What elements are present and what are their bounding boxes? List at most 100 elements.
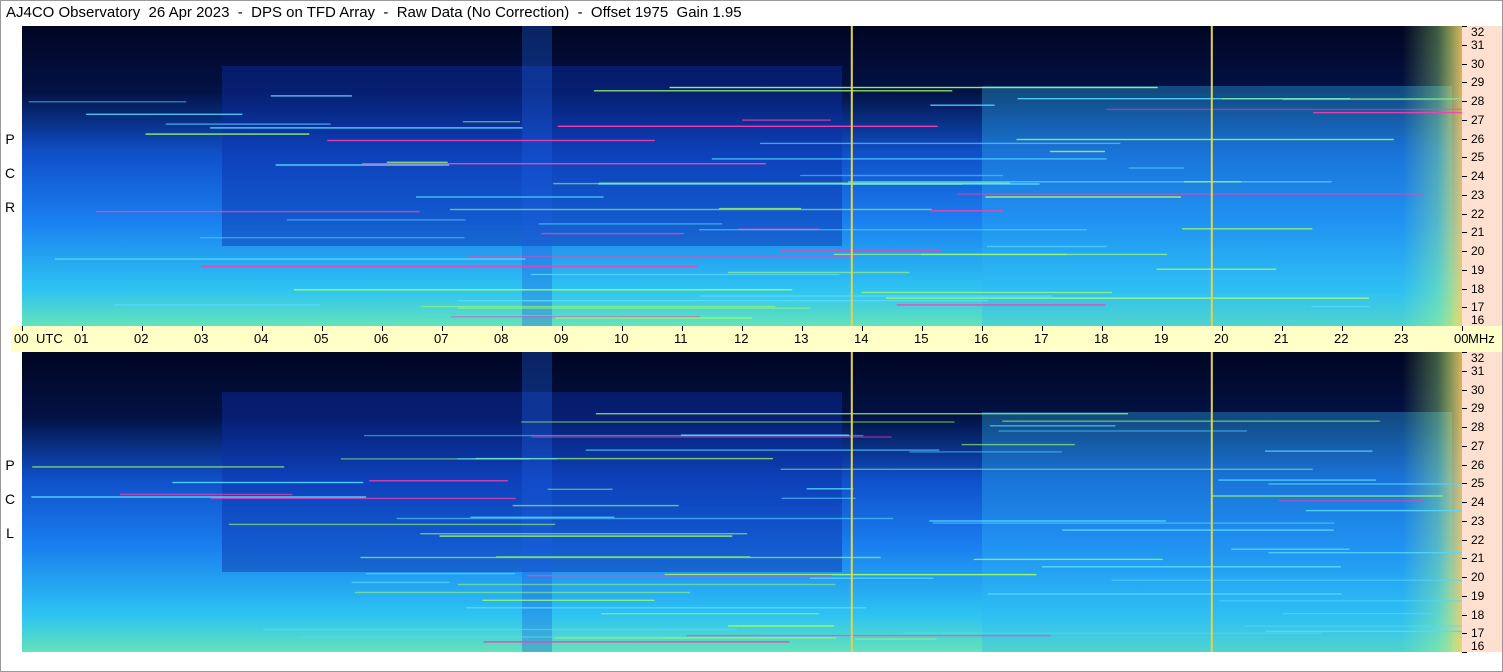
interference-line bbox=[1244, 625, 1462, 627]
interference-line bbox=[365, 573, 516, 575]
freq-tick-label: 21 bbox=[1471, 551, 1485, 565]
interference-line bbox=[1182, 228, 1313, 230]
freq-tick-label: 19 bbox=[1471, 263, 1485, 277]
interference-line bbox=[1268, 483, 1462, 485]
time-tick-label: 07 bbox=[434, 331, 449, 346]
spectrum-bright-region bbox=[982, 412, 1452, 652]
freq-tick bbox=[1462, 289, 1467, 290]
freq-tick bbox=[1462, 352, 1467, 353]
time-tick-label: 09 bbox=[554, 331, 569, 346]
interference-line bbox=[449, 208, 932, 211]
interference-line bbox=[700, 295, 1053, 297]
spectrum-bright-region bbox=[982, 86, 1452, 326]
interference-line bbox=[1042, 566, 1341, 568]
interference-line bbox=[1305, 509, 1462, 512]
time-tick-label: 11 bbox=[674, 331, 688, 346]
freq-tick-label: 25 bbox=[1471, 476, 1485, 490]
freq-tick-label: 30 bbox=[1471, 383, 1485, 397]
polarization-letter: P bbox=[5, 131, 15, 147]
time-tick-label: 17 bbox=[1034, 331, 1049, 346]
interference-line bbox=[861, 291, 1112, 294]
interference-line bbox=[457, 307, 810, 309]
freq-tick bbox=[1462, 483, 1467, 484]
freq-tick bbox=[1462, 26, 1467, 27]
interference-line bbox=[120, 493, 293, 496]
freq-tick-label: 16 bbox=[1471, 313, 1485, 327]
spectrogram-plot bbox=[22, 26, 1462, 326]
interference-line bbox=[527, 574, 833, 577]
interference-line bbox=[987, 593, 1342, 595]
time-tick-label: 05 bbox=[314, 331, 329, 346]
interference-line bbox=[1128, 167, 1184, 169]
freq-tick bbox=[1462, 465, 1467, 466]
freq-tick-label: 21 bbox=[1471, 225, 1485, 239]
freq-tick-label: 26 bbox=[1471, 132, 1485, 146]
interference-line bbox=[930, 104, 995, 106]
freq-tick bbox=[1462, 270, 1467, 271]
time-tick-label: 06 bbox=[374, 331, 389, 346]
interference-line bbox=[531, 436, 892, 438]
interference-line bbox=[1002, 420, 1380, 422]
time-marker-line bbox=[850, 26, 853, 326]
freq-tick-label: 20 bbox=[1471, 570, 1485, 584]
interference-line bbox=[1268, 552, 1462, 554]
interference-line bbox=[360, 556, 881, 559]
interference-line bbox=[364, 434, 864, 437]
interference-line bbox=[727, 271, 910, 274]
interference-line bbox=[1218, 479, 1377, 481]
interference-line bbox=[465, 607, 866, 609]
interference-line bbox=[286, 219, 466, 221]
time-tick-label: 20 bbox=[1214, 331, 1229, 346]
time-unit-label: UTC bbox=[36, 331, 63, 346]
interference-line bbox=[1265, 630, 1462, 633]
freq-tick bbox=[1462, 371, 1467, 372]
freq-tick-label: 27 bbox=[1471, 439, 1485, 453]
freq-tick-label: 25 bbox=[1471, 150, 1485, 164]
freq-tick bbox=[1462, 390, 1467, 391]
interference-line bbox=[585, 449, 940, 451]
interference-line bbox=[810, 577, 934, 579]
interference-line bbox=[1211, 495, 1443, 497]
interference-line bbox=[593, 90, 953, 92]
interference-line bbox=[54, 258, 526, 260]
interference-line bbox=[470, 516, 615, 518]
interference-line bbox=[1313, 111, 1462, 114]
freq-tick bbox=[1462, 408, 1467, 409]
time-tick-label: 00 bbox=[1454, 331, 1469, 346]
interference-line bbox=[466, 255, 857, 258]
interference-line bbox=[1282, 98, 1462, 101]
interference-line bbox=[416, 196, 604, 198]
freq-tick-label: 22 bbox=[1471, 533, 1485, 547]
panel-label-rcp: P C R bbox=[0, 122, 20, 224]
interference-line bbox=[742, 119, 831, 121]
interference-line bbox=[420, 305, 776, 308]
interference-line bbox=[462, 121, 520, 123]
freq-tick-label: 29 bbox=[1471, 401, 1485, 415]
interference-line bbox=[1156, 268, 1277, 270]
freq-tick bbox=[1462, 64, 1467, 65]
interference-line bbox=[780, 468, 1313, 470]
interference-line bbox=[327, 139, 655, 142]
freq-tick bbox=[1462, 521, 1467, 522]
interference-line bbox=[1062, 529, 1334, 531]
interference-line bbox=[457, 458, 558, 460]
interference-line bbox=[396, 517, 894, 520]
spectrum-edge-glow bbox=[1402, 352, 1462, 652]
time-tick-label: 21 bbox=[1274, 331, 1289, 346]
freq-tick bbox=[1462, 596, 1467, 597]
time-tick-label: 14 bbox=[854, 331, 869, 346]
freq-tick bbox=[1462, 615, 1467, 616]
interference-line bbox=[32, 466, 285, 468]
interference-line bbox=[228, 523, 556, 526]
freq-tick bbox=[1462, 502, 1467, 503]
interference-line bbox=[595, 413, 1128, 415]
interference-line bbox=[451, 316, 700, 318]
freq-tick bbox=[1462, 633, 1467, 634]
freq-tick-label: 29 bbox=[1471, 75, 1485, 89]
freq-tick bbox=[1462, 232, 1467, 233]
time-tick-label: 23 bbox=[1394, 331, 1409, 346]
interference-line bbox=[719, 207, 801, 210]
interference-line bbox=[210, 497, 516, 500]
interference-line bbox=[210, 127, 523, 129]
freq-tick-label: 27 bbox=[1471, 113, 1485, 127]
